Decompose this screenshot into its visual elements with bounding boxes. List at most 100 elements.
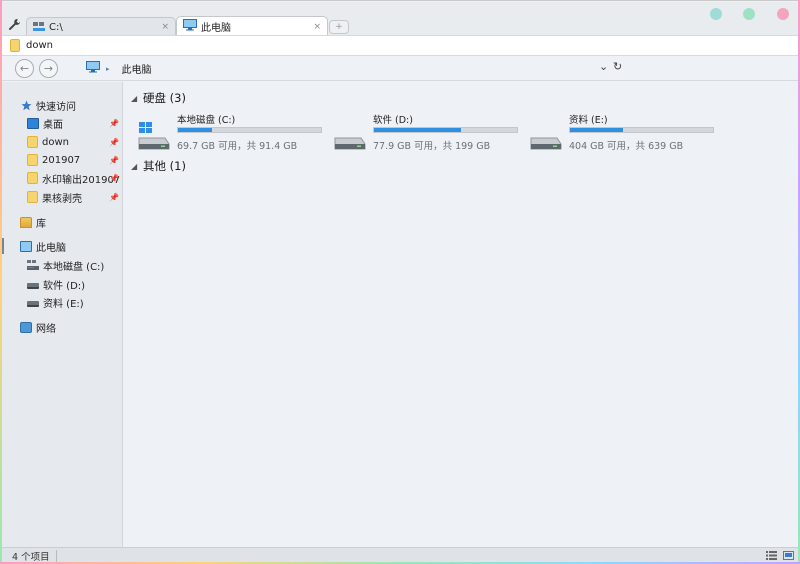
arrow-left-icon: ←	[19, 62, 30, 75]
tab-c-drive[interactable]: C:\ ×	[26, 17, 176, 36]
path-text: down	[26, 40, 53, 51]
drive-usage-fill	[178, 128, 213, 132]
drive-space-info: 69.7 GB 可用，共 91.4 GB	[177, 141, 298, 152]
sidebar-item-drive-e[interactable]: 资料 (E:)	[2, 293, 123, 311]
folder-icon	[27, 172, 38, 184]
sidebar-item-libraries[interactable]: 库	[2, 213, 123, 231]
minimize-dot[interactable]	[710, 8, 722, 20]
details-view-icon[interactable]	[766, 551, 777, 560]
collapse-arrow-icon[interactable]: ◢	[131, 94, 139, 103]
drive-usage-bar	[373, 127, 518, 133]
drive-c-icon	[33, 22, 45, 32]
sidebar-item-label: down	[42, 136, 69, 148]
content-pane: ◢ 硬盘 (3) 本地磁盘 (C:) 69.7 GB 可用，共 91.4 GB	[123, 82, 799, 547]
sidebar-item-this-pc[interactable]: 此电脑	[2, 237, 123, 255]
close-icon[interactable]: ×	[313, 22, 321, 32]
explorer-window: C:\ × 此电脑 × + down ← → ▸ 此电脑 ⌄ ↻ 快速访问 桌面…	[0, 0, 800, 564]
sidebar-item-drive-d[interactable]: 软件 (D:)	[2, 275, 123, 293]
drive-c-icon	[27, 259, 39, 271]
sidebar-item-label: 201907	[42, 154, 81, 166]
breadcrumb-separator-icon[interactable]: ▸	[106, 65, 110, 73]
sidebar-item-label: 桌面	[43, 119, 63, 131]
drive-tile-e[interactable]: 资料 (E:) 404 GB 可用，共 639 GB	[521, 112, 714, 152]
folder-icon	[10, 39, 20, 52]
network-icon	[20, 321, 32, 333]
drive-name: 本地磁盘 (C:)	[177, 115, 236, 126]
group-header-other[interactable]: ◢ 其他 (1)	[131, 158, 186, 174]
drive-usage-fill	[374, 128, 462, 132]
maximize-dot[interactable]	[743, 8, 755, 20]
drive-usage-bar	[569, 127, 714, 133]
status-bar: 4 个项目	[2, 547, 799, 563]
breadcrumb[interactable]: ▸ 此电脑	[86, 61, 152, 76]
monitor-icon	[86, 61, 100, 76]
sidebar-item-label: 资料 (E:)	[43, 298, 84, 310]
drive-tile-d[interactable]: 软件 (D:) 77.9 GB 可用，共 199 GB	[325, 112, 518, 152]
refresh-icon[interactable]: ↻	[613, 60, 622, 73]
drive-name: 软件 (D:)	[373, 115, 413, 126]
back-button[interactable]: ←	[15, 59, 34, 78]
arrow-right-icon: →	[43, 62, 54, 75]
monitor-icon	[183, 19, 197, 34]
sidebar-item-guohe[interactable]: 果核剥壳 📌	[2, 188, 123, 206]
navigation-pane: 快速访问 桌面 📌 down 📌 201907 📌 水印输出201907 📌 果…	[2, 82, 123, 547]
group-header-label: 硬盘 (3)	[143, 91, 186, 105]
tab-this-pc[interactable]: 此电脑 ×	[176, 16, 328, 36]
close-icon[interactable]: ×	[161, 22, 169, 32]
forward-button[interactable]: →	[39, 59, 58, 78]
sidebar-item-label: 快速访问	[36, 101, 76, 113]
sidebar-item-label: 网络	[36, 323, 56, 335]
status-divider	[56, 550, 57, 562]
drive-icon	[27, 301, 39, 307]
sidebar-item-label: 果核剥壳	[42, 193, 82, 205]
window-edge-left	[0, 0, 2, 564]
pin-icon[interactable]: 📌	[109, 138, 119, 147]
breadcrumb-this-pc[interactable]: 此电脑	[122, 61, 152, 76]
item-count: 4 个项目	[12, 551, 50, 563]
drive-icon	[27, 283, 39, 289]
pin-icon[interactable]: 📌	[109, 174, 119, 183]
sidebar-item-drive-c[interactable]: 本地磁盘 (C:)	[2, 256, 123, 274]
pin-icon[interactable]: 📌	[109, 193, 119, 202]
desktop-icon	[27, 117, 39, 129]
windows-drive-icon	[137, 122, 171, 150]
drive-space-info: 77.9 GB 可用，共 199 GB	[373, 141, 491, 152]
sidebar-item-label: 软件 (D:)	[43, 280, 86, 292]
folder-icon	[27, 154, 38, 166]
tab-label: C:\	[49, 21, 63, 33]
drive-icon	[333, 122, 367, 150]
large-icons-view-icon[interactable]	[783, 551, 794, 560]
chevron-down-icon[interactable]: ⌄	[599, 60, 608, 73]
tab-label: 此电脑	[201, 23, 231, 34]
drive-name: 资料 (E:)	[569, 115, 608, 126]
monitor-icon	[20, 240, 32, 252]
sidebar-item-down[interactable]: down 📌	[2, 133, 123, 151]
path-bar[interactable]: down	[2, 35, 799, 56]
pin-icon[interactable]: 📌	[109, 119, 119, 128]
group-header-hard-disks[interactable]: ◢ 硬盘 (3)	[131, 90, 186, 106]
sidebar-item-quick-access[interactable]: 快速访问	[2, 96, 123, 114]
wrench-icon[interactable]	[8, 18, 22, 32]
folder-icon	[27, 191, 38, 203]
sidebar-item-network[interactable]: 网络	[2, 318, 123, 336]
tab-bar: C:\ × 此电脑 × +	[2, 2, 799, 36]
drive-usage-fill	[570, 128, 623, 132]
collapse-arrow-icon[interactable]: ◢	[131, 162, 139, 171]
sidebar-item-watermark-output[interactable]: 水印输出201907 📌	[2, 169, 123, 187]
new-tab-button[interactable]: +	[329, 20, 349, 34]
sidebar-item-label: 库	[36, 218, 46, 230]
drive-usage-bar	[177, 127, 322, 133]
navigation-bar: ← → ▸ 此电脑 ⌄ ↻	[2, 56, 799, 81]
star-icon	[20, 100, 32, 111]
sidebar-item-desktop[interactable]: 桌面 📌	[2, 114, 123, 132]
sidebar-item-201907[interactable]: 201907 📌	[2, 151, 123, 169]
drive-space-info: 404 GB 可用，共 639 GB	[569, 141, 684, 152]
pin-icon[interactable]: 📌	[109, 156, 119, 165]
sidebar-item-label: 本地磁盘 (C:)	[43, 261, 105, 273]
drive-tile-c[interactable]: 本地磁盘 (C:) 69.7 GB 可用，共 91.4 GB	[129, 112, 322, 152]
library-icon	[20, 216, 32, 228]
drive-icon	[529, 122, 563, 150]
sidebar-item-label: 此电脑	[36, 242, 66, 254]
close-dot[interactable]	[777, 8, 789, 20]
folder-icon	[27, 136, 38, 148]
